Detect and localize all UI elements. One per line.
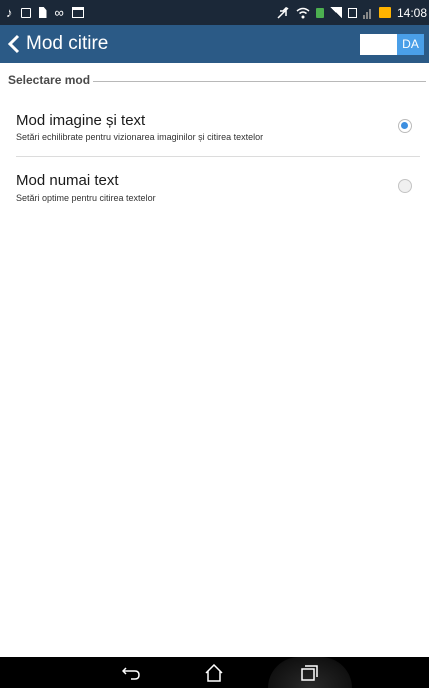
reading-mode-toggle[interactable]: DA bbox=[360, 34, 424, 55]
option-image-and-text[interactable]: Mod imagine și text Setări echilibrate p… bbox=[0, 106, 429, 156]
section-divider bbox=[93, 80, 426, 82]
divider bbox=[16, 156, 420, 157]
nav-home-button[interactable] bbox=[194, 657, 234, 688]
action-bar: Mod citire DA bbox=[0, 25, 429, 63]
navigation-bar bbox=[0, 657, 429, 688]
home-icon bbox=[205, 663, 223, 682]
option-title: Mod imagine și text bbox=[16, 112, 146, 129]
mute-icon bbox=[277, 6, 289, 19]
status-time: 14:08 bbox=[396, 5, 427, 20]
status-bar: ♪ ∞ 14:08 bbox=[0, 0, 429, 25]
no-signal-icon bbox=[362, 8, 371, 19]
signal-icon bbox=[329, 7, 342, 18]
status-bar-right: 14:08 bbox=[277, 4, 427, 21]
window-icon bbox=[71, 7, 84, 18]
option-subtitle: Setări optime pentru citirea textelor bbox=[16, 193, 156, 203]
calendar-icon bbox=[20, 7, 31, 18]
option-text-only[interactable]: Mod numai text Setări optime pentru citi… bbox=[0, 165, 429, 215]
page-title: Mod citire bbox=[26, 33, 109, 54]
nav-recents-button[interactable] bbox=[290, 657, 330, 688]
nav-back-button[interactable] bbox=[112, 657, 152, 688]
voicemail-icon: ∞ bbox=[54, 4, 64, 20]
sim-icon bbox=[315, 7, 324, 18]
radio-text-only[interactable] bbox=[398, 179, 412, 193]
file-icon bbox=[38, 7, 47, 18]
battery-charging-icon bbox=[378, 7, 391, 18]
toggle-on-label: DA bbox=[397, 34, 424, 55]
section-title: Selectare mod bbox=[8, 73, 91, 87]
status-bar-left: ♪ ∞ bbox=[6, 4, 84, 21]
chevron-left-icon bbox=[7, 34, 20, 54]
sim2-icon bbox=[347, 7, 357, 18]
back-icon bbox=[122, 666, 140, 680]
section-header: Selectare mod bbox=[8, 72, 426, 88]
option-title: Mod numai text bbox=[16, 172, 119, 189]
radio-image-and-text[interactable] bbox=[398, 119, 412, 133]
option-subtitle: Setări echilibrate pentru vizionarea ima… bbox=[16, 132, 264, 142]
wifi-icon bbox=[296, 7, 310, 18]
back-button[interactable]: Mod citire bbox=[6, 31, 108, 57]
recents-icon bbox=[301, 664, 318, 681]
music-note-icon: ♪ bbox=[6, 5, 13, 20]
settings-content: Selectare mod Mod imagine și text Setări… bbox=[0, 63, 429, 657]
